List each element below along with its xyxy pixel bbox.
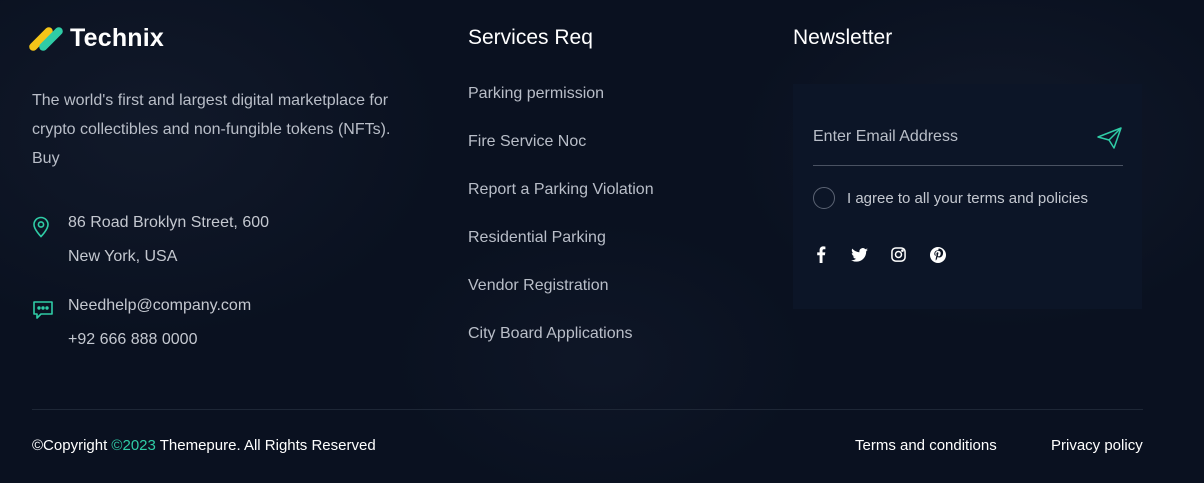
service-link-vendor-registration[interactable]: Vendor Registration bbox=[468, 274, 654, 322]
contact-email-link[interactable]: Needhelp@company.com bbox=[68, 289, 251, 323]
service-link-fire-service-noc[interactable]: Fire Service Noc bbox=[468, 130, 654, 178]
email-form bbox=[813, 118, 1123, 166]
service-link-residential-parking[interactable]: Residential Parking bbox=[468, 226, 654, 274]
service-link-report-parking-violation[interactable]: Report a Parking Violation bbox=[468, 178, 654, 226]
twitter-icon[interactable] bbox=[851, 246, 868, 263]
address-block: 86 Road Broklyn Street, 600 New York, US… bbox=[32, 214, 269, 274]
footer-divider bbox=[32, 409, 1143, 410]
location-pin-icon bbox=[32, 216, 52, 238]
instagram-icon[interactable] bbox=[890, 246, 907, 263]
contact-phone-link[interactable]: +92 666 888 0000 bbox=[68, 323, 251, 357]
logo-mark-icon bbox=[27, 25, 65, 53]
copyright-prefix: ©Copyright bbox=[32, 437, 112, 454]
email-input[interactable] bbox=[813, 127, 1073, 146]
newsletter-heading: Newsletter bbox=[793, 26, 893, 49]
chat-bubble-icon bbox=[32, 299, 53, 321]
service-link-parking-permission[interactable]: Parking permission bbox=[468, 82, 654, 130]
social-links bbox=[812, 246, 946, 263]
terms-agree-row: I agree to all your terms and policies bbox=[813, 187, 1088, 209]
address-line-1: 86 Road Broklyn Street, 600 bbox=[68, 214, 270, 231]
contact-block: Needhelp@company.com +92 666 888 0000 bbox=[32, 297, 251, 357]
terms-link[interactable]: Terms and conditions bbox=[855, 437, 997, 454]
facebook-icon[interactable] bbox=[812, 246, 829, 263]
send-paper-plane-icon[interactable] bbox=[1097, 126, 1123, 149]
copyright-suffix: Themepure. All Rights Reserved bbox=[155, 437, 376, 454]
service-link-city-board-applications[interactable]: City Board Applications bbox=[468, 322, 654, 370]
privacy-link[interactable]: Privacy policy bbox=[1051, 437, 1143, 454]
brand-name: Technix bbox=[70, 24, 165, 52]
terms-agree-label[interactable]: I agree to all your terms and policies bbox=[847, 190, 1088, 207]
terms-agree-radio[interactable] bbox=[813, 187, 835, 209]
brand-logo[interactable]: Technix bbox=[27, 24, 165, 53]
pinterest-icon[interactable] bbox=[929, 246, 946, 263]
brand-description: The world's first and largest digital ma… bbox=[32, 92, 391, 167]
services-heading: Services Req bbox=[468, 26, 593, 49]
copyright-year: ©2023 bbox=[111, 437, 156, 454]
address-line-2: New York, USA bbox=[68, 248, 178, 265]
copyright-text: ©Copyright ©2023 Themepure. All Rights R… bbox=[32, 437, 376, 454]
services-list: Parking permission Fire Service Noc Repo… bbox=[468, 82, 654, 370]
